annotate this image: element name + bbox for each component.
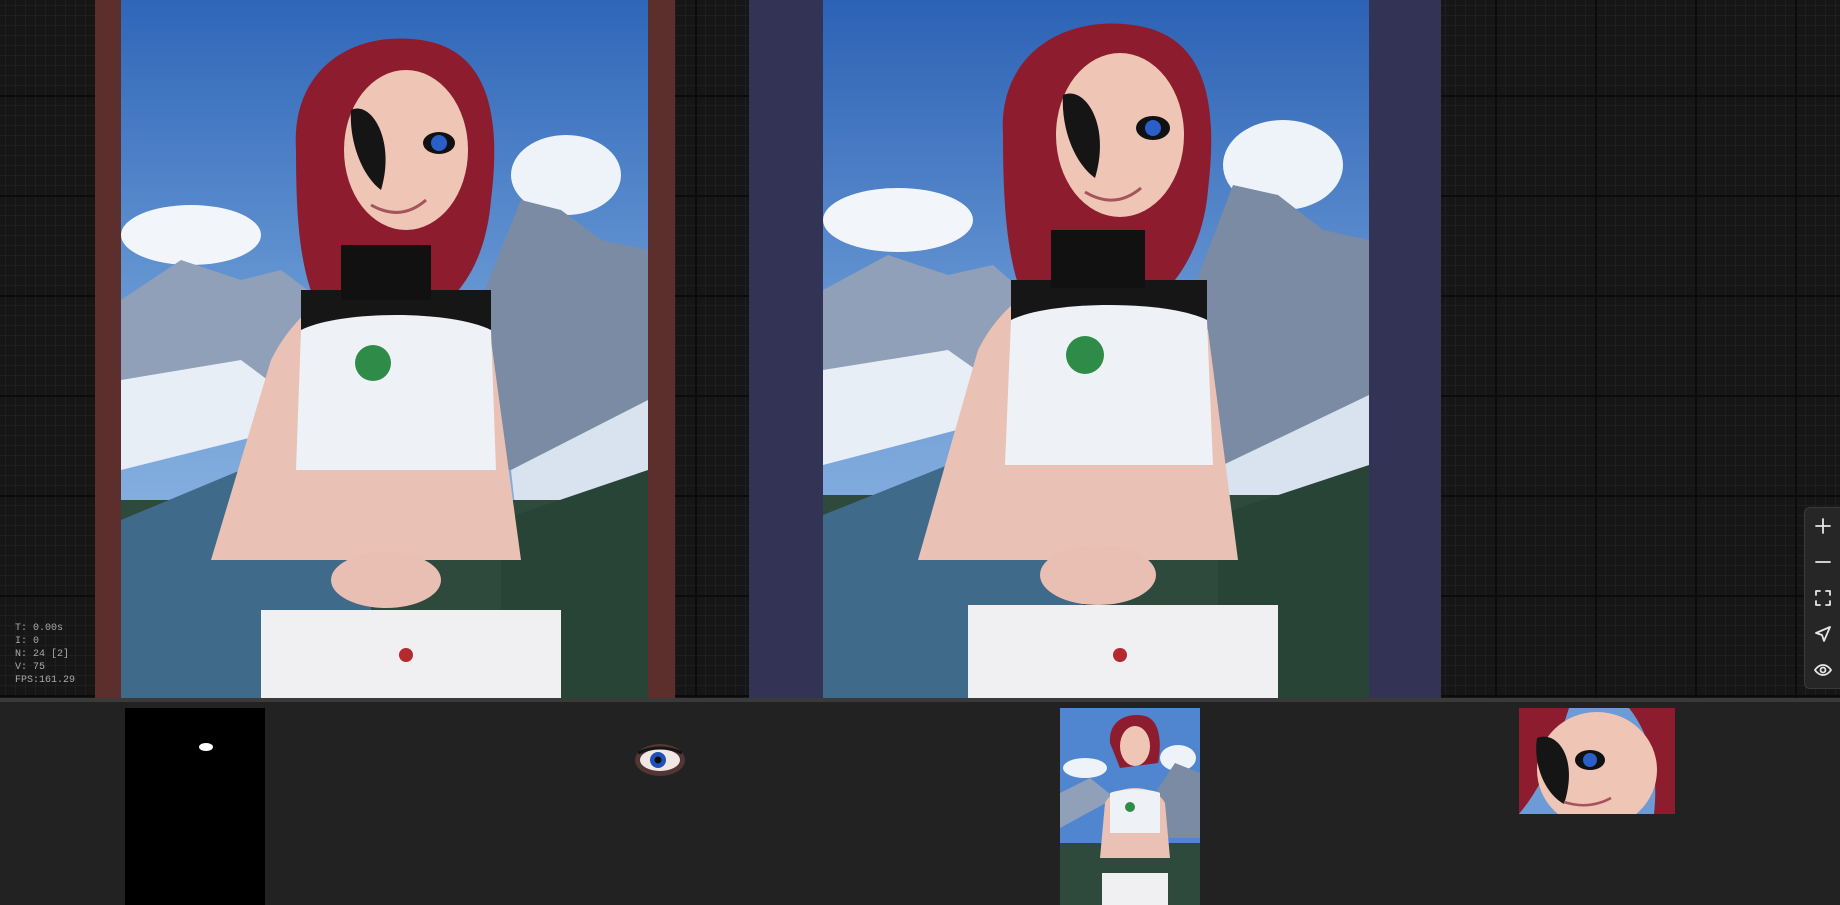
face-crop-thumbnail[interactable]: [1519, 708, 1675, 814]
render-stats: T: 0.00s I: 0 N: 24 [2] V: 75 FPS:161.29: [15, 622, 75, 687]
full-image: [1060, 708, 1200, 905]
toggle-visibility-button[interactable]: [1805, 652, 1840, 688]
minus-icon: [1815, 561, 1831, 563]
image-preview-right: [823, 0, 1369, 698]
output-strip: [0, 702, 1840, 905]
face-crop-image: [1519, 708, 1675, 814]
eye-crop-image: [635, 744, 685, 776]
navigation-arrow-icon: [1815, 626, 1831, 642]
stat-vertices: V: 75: [15, 662, 46, 673]
stat-nodes: N: 24 [2]: [15, 649, 70, 660]
mask-thumbnail[interactable]: [125, 708, 265, 905]
mask-image: [125, 708, 265, 905]
zoom-in-button[interactable]: [1805, 508, 1840, 544]
generated-image-right: [823, 0, 1369, 698]
canvas-toolbar: [1804, 507, 1840, 689]
generated-image-left: [121, 0, 648, 698]
full-image-thumbnail[interactable]: [1060, 708, 1200, 905]
stat-iteration: I: 0: [15, 636, 40, 647]
eye-crop-thumbnail[interactable]: [630, 739, 690, 781]
fullscreen-icon: [1815, 590, 1831, 606]
plus-icon: [1815, 518, 1831, 534]
image-preview-node-left[interactable]: [95, 0, 675, 698]
zoom-out-button[interactable]: [1805, 544, 1840, 580]
eye-icon: [1814, 664, 1832, 676]
image-preview-left: [121, 0, 648, 698]
stat-fps: FPS:161.29: [15, 675, 76, 686]
image-preview-node-right[interactable]: [749, 0, 1441, 698]
locate-button[interactable]: [1805, 616, 1840, 652]
graph-canvas[interactable]: T: 0.00s I: 0 N: 24 [2] V: 75 FPS:161.29: [0, 0, 1840, 698]
stat-time: T: 0.00s: [15, 623, 64, 634]
fit-view-button[interactable]: [1805, 580, 1840, 616]
